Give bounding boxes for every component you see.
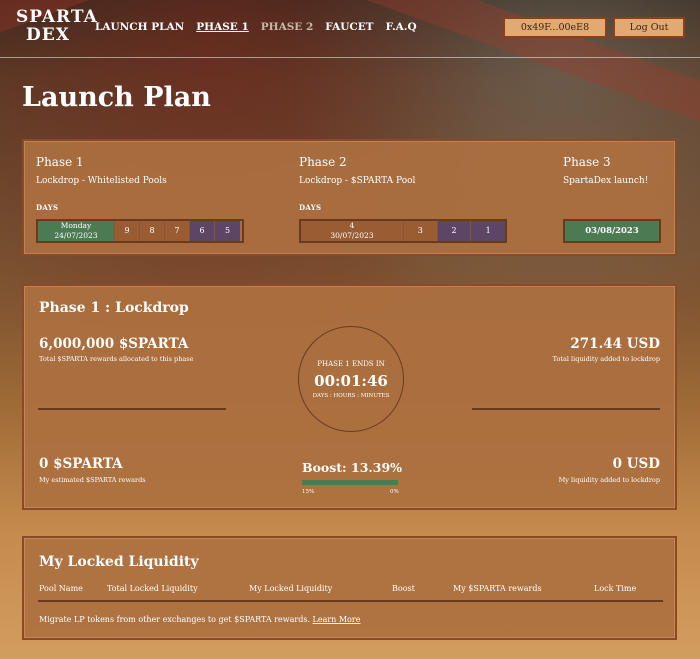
phase-2-subtitle: Lockdrop - $SPARTA Pool — [299, 176, 416, 186]
column-header-my-rewards[interactable]: My $SPARTA rewards — [453, 584, 542, 593]
column-header-total-locked[interactable]: Total Locked Liquidity — [107, 584, 198, 593]
my-rewards-value: 0 $SPARTA — [39, 456, 123, 472]
nav-launch-plan[interactable]: LAUNCH PLAN — [95, 21, 184, 33]
current-day-date: 24/07/2023 — [54, 231, 98, 240]
day-cell: 9 — [115, 221, 140, 241]
logo-line-1: SPARTA — [16, 7, 98, 27]
total-liquidity-label: Total liquidity added to lockdrop — [552, 355, 660, 363]
launch-plan-panel: Phase 1 Lockdrop - Whitelisted Pools DAY… — [22, 139, 677, 256]
logo-line-2: DEX — [26, 25, 70, 45]
phase-3-subtitle: SpartaDex launch! — [563, 176, 649, 186]
divider-left — [38, 408, 226, 410]
table-header-divider — [38, 600, 663, 602]
phase-3-date-box: 03/08/2023 — [563, 219, 661, 243]
day-cell: 8 — [140, 221, 165, 241]
current-day-name: Monday — [60, 221, 92, 230]
page-title: Launch Plan — [22, 82, 211, 113]
boost-scale-right: 0% — [390, 489, 399, 495]
phase-1-column: Phase 1 Lockdrop - Whitelisted Pools DAY… — [36, 155, 244, 243]
phase-1-days-label: DAYS — [36, 203, 59, 212]
total-rewards-value: 6,000,000 $SPARTA — [39, 336, 189, 352]
logout-button[interactable]: Log Out — [613, 17, 685, 38]
day-cell: 2 — [437, 221, 472, 241]
day-cell: 6 — [190, 221, 215, 241]
total-liquidity-value: 271.44 USD — [570, 336, 660, 352]
current-day-number: 4 — [349, 221, 355, 230]
wallet-address-button[interactable]: 0x49F...00eE8 — [503, 17, 607, 38]
total-rewards-label: Total $SPARTA rewards allocated to this … — [39, 355, 194, 363]
phase-1-current-day: Monday 24/07/2023 — [38, 221, 115, 241]
my-liquidity-value: 0 USD — [612, 456, 660, 472]
column-header-pool-name[interactable]: Pool Name — [39, 584, 83, 593]
phase-1-subtitle: Lockdrop - Whitelisted Pools — [36, 176, 167, 186]
countdown-timer: 00:01:46 — [314, 371, 388, 390]
migrate-note: Migrate LP tokens from other exchanges t… — [39, 615, 360, 624]
boost-progress-bar — [302, 480, 398, 485]
column-header-boost[interactable]: Boost — [392, 584, 415, 593]
phase-3-column: Phase 3 SpartaDex launch! . 03/08/2023 — [563, 155, 661, 243]
nav-phase-1[interactable]: PHASE 1 — [196, 21, 249, 33]
phase-2-days-label: DAYS — [299, 203, 322, 212]
phase-1-title: Phase 1 — [36, 155, 84, 169]
boost-label: Boost: 13.39% — [302, 460, 403, 475]
my-rewards-label: My estimated $SPARTA rewards — [39, 476, 146, 484]
phase-2-title: Phase 2 — [299, 155, 347, 169]
nav-phase-2[interactable]: PHASE 2 — [261, 21, 314, 33]
day-cell: 5 — [215, 221, 240, 241]
lockdrop-title: Phase 1 : Lockdrop — [39, 300, 189, 316]
nav-faq[interactable]: F.A.Q — [386, 21, 417, 33]
divider-right — [472, 408, 660, 410]
spartadex-logo[interactable]: SPARTA DEX — [16, 7, 98, 45]
phase-2-column: Phase 2 Lockdrop - $SPARTA Pool DAYS 4 3… — [299, 155, 507, 243]
boost-progress-fill — [302, 480, 398, 485]
phase-2-days-bar: 4 30/07/2023 3 2 1 — [299, 219, 507, 243]
day-cell: 3 — [403, 221, 438, 241]
migrate-note-text: Migrate LP tokens from other exchanges t… — [39, 615, 310, 624]
nav-links: LAUNCH PLAN PHASE 1 PHASE 2 FAUCET F.A.Q — [95, 21, 417, 33]
boost-scale-left: 15% — [302, 489, 315, 495]
my-liquidity-label: My liquidity added to lockdrop — [558, 476, 660, 484]
column-header-my-locked[interactable]: My Locked Liquidity — [249, 584, 332, 593]
lockdrop-panel: Phase 1 : Lockdrop 6,000,000 $SPARTA Tot… — [22, 284, 677, 510]
day-cell: 7 — [165, 221, 190, 241]
nav-faucet[interactable]: FAUCET — [325, 21, 373, 33]
countdown-label: PHASE 1 ENDS IN — [317, 359, 385, 368]
top-navbar: SPARTA DEX LAUNCH PLAN PHASE 1 PHASE 2 F… — [0, 0, 700, 58]
current-day-date: 30/07/2023 — [330, 231, 374, 240]
phase-1-days-bar: Monday 24/07/2023 9 8 7 6 5 — [36, 219, 244, 243]
phase-2-current-day: 4 30/07/2023 — [301, 221, 404, 241]
locked-liquidity-title: My Locked Liquidity — [39, 554, 199, 570]
column-header-lock-time[interactable]: Lock Time — [594, 584, 636, 593]
day-cell: 1 — [471, 221, 505, 241]
learn-more-link[interactable]: Learn More — [313, 615, 361, 624]
countdown-units: DAYS : HOURS : MINUTES — [312, 392, 390, 399]
phase-3-title: Phase 3 — [563, 155, 611, 169]
countdown-circle: PHASE 1 ENDS IN 00:01:46 DAYS : HOURS : … — [298, 326, 404, 432]
locked-liquidity-panel: My Locked Liquidity Pool Name Total Lock… — [22, 536, 677, 640]
